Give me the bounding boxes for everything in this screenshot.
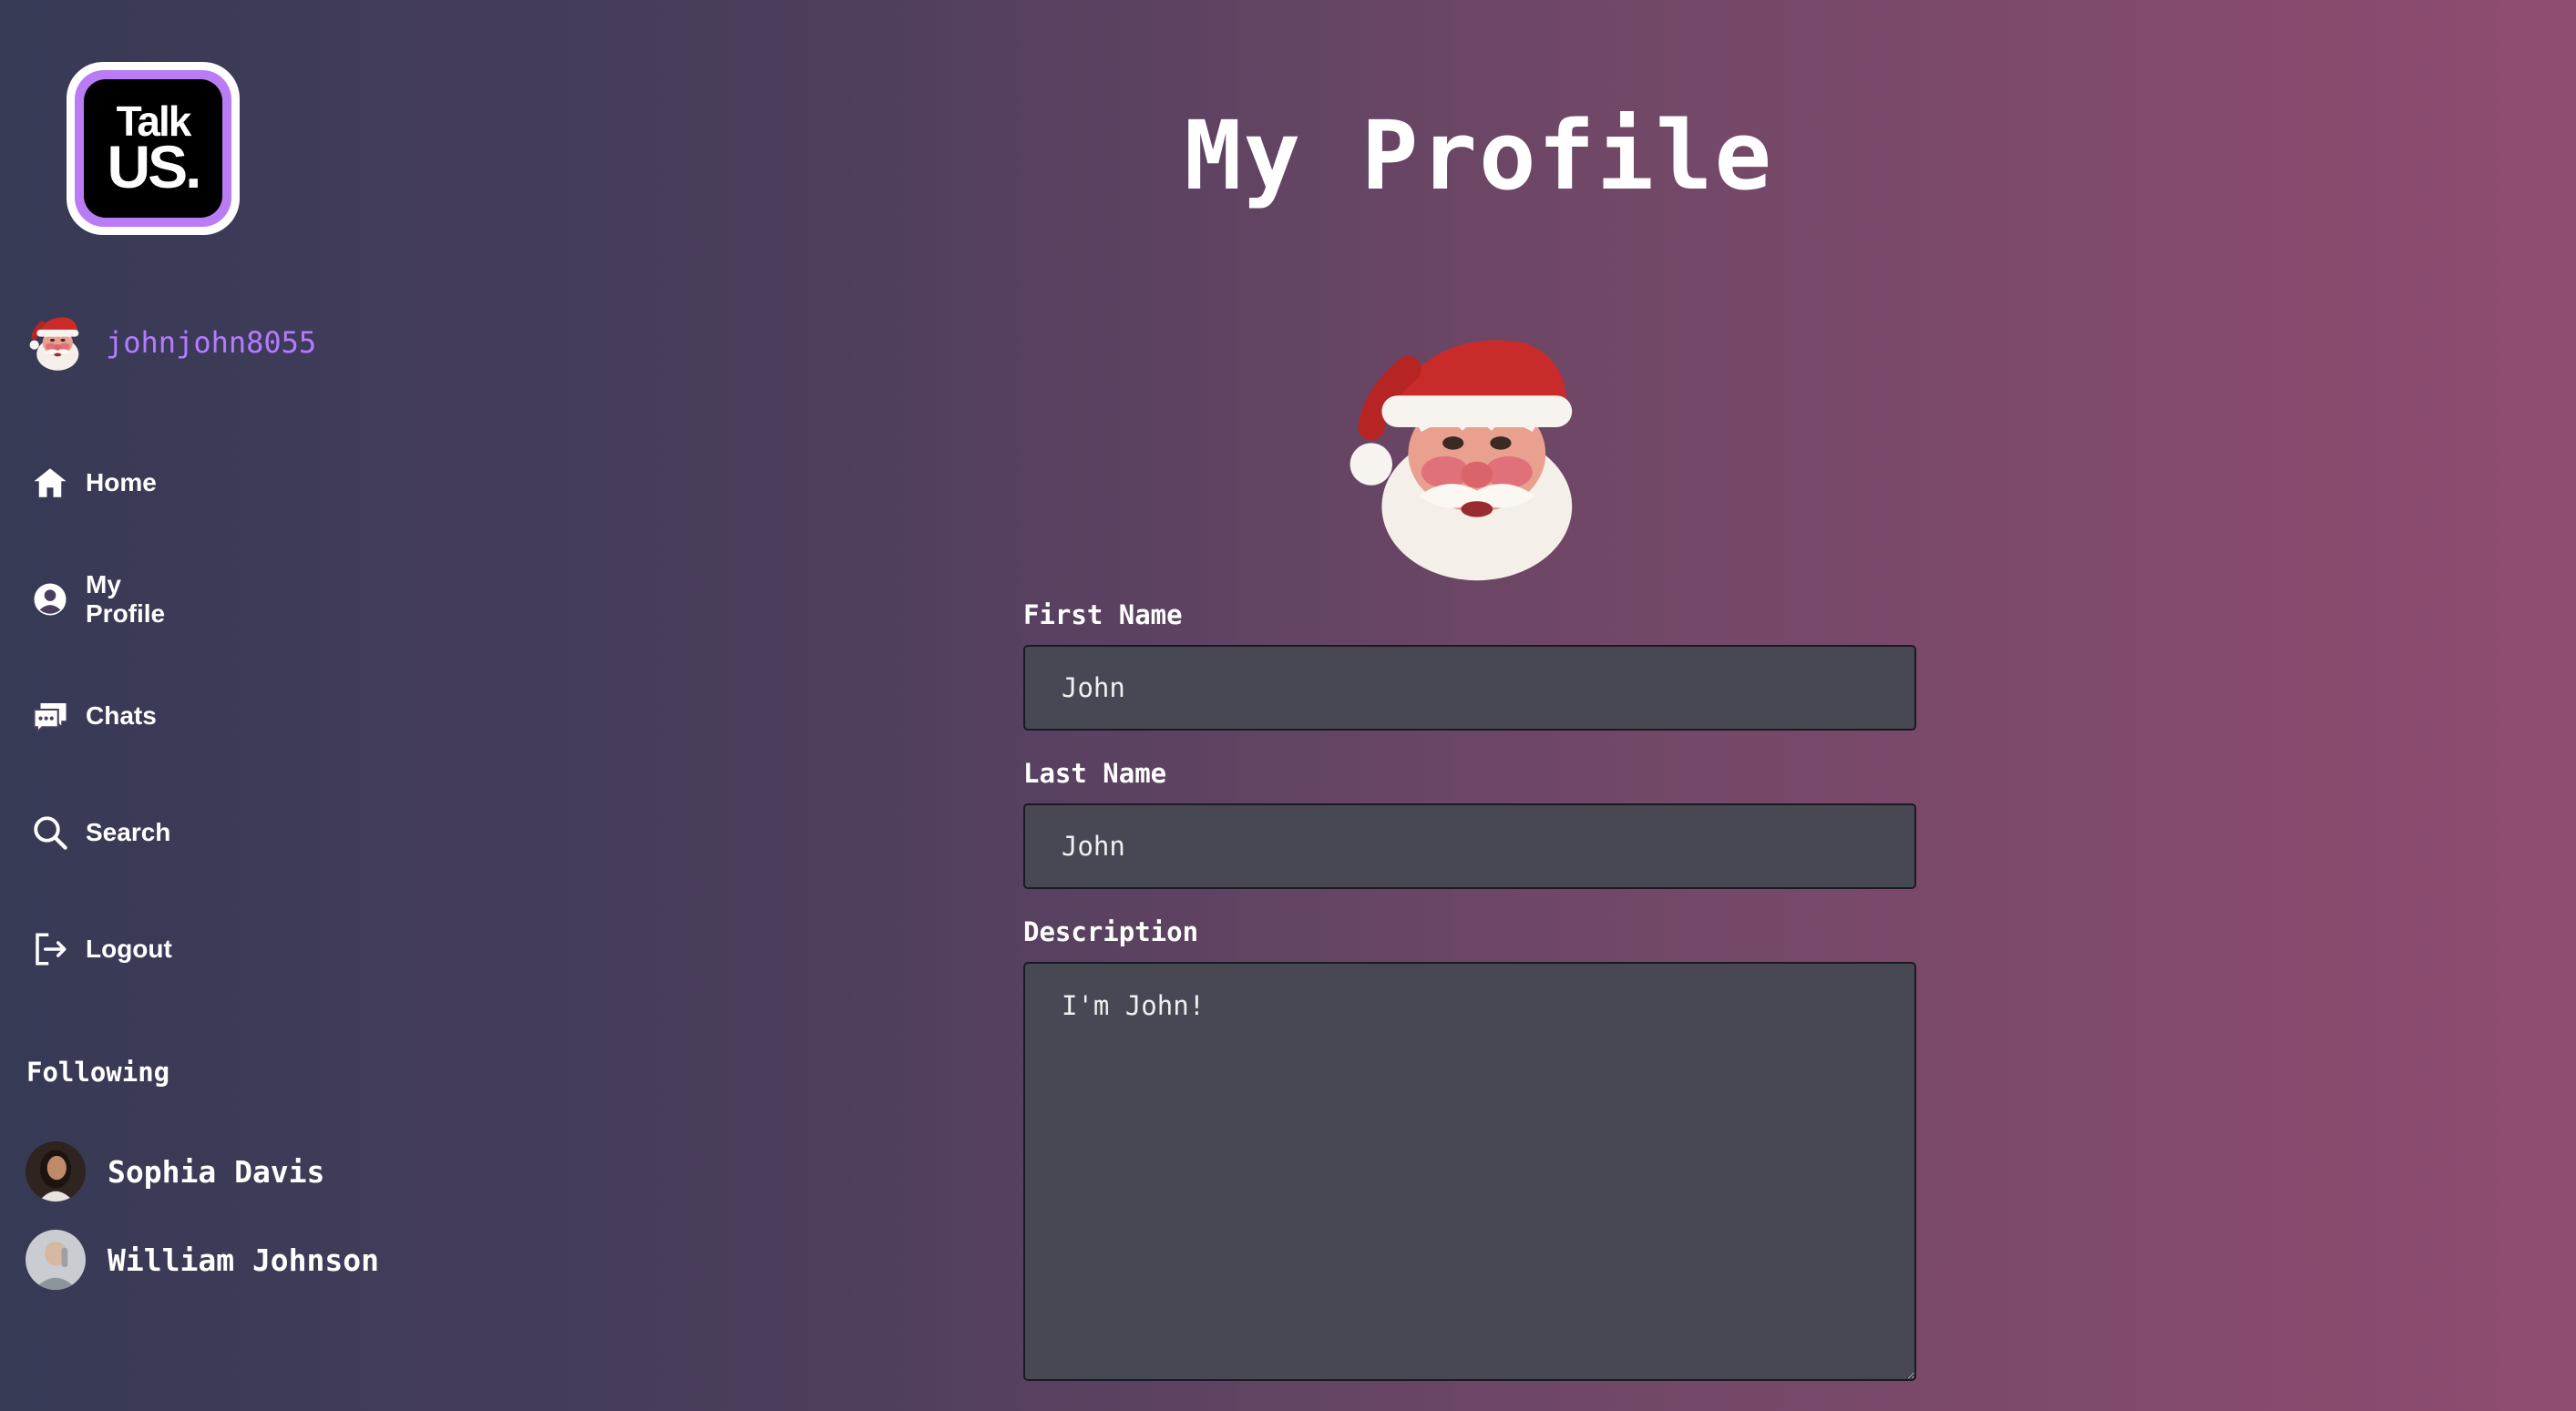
nav-my-profile-label: My Profile [86,570,166,628]
user-circle-icon [34,583,67,616]
first-name-label: First Name [1023,599,1183,630]
avatar [26,1230,86,1290]
following-name: William Johnson [108,1242,380,1278]
following-item-william-johnson[interactable]: William Johnson [26,1230,379,1290]
description-label: Description [1023,916,1199,947]
nav-chats-label: Chats [86,701,157,730]
logo-mark: Talk US. [84,79,222,218]
following-item-sophia-davis[interactable]: Sophia Davis [26,1141,324,1201]
profile-avatar[interactable] [1339,312,1604,595]
description-textarea[interactable]: I'm John! [1023,962,1916,1381]
avatar [26,1141,86,1201]
nav-search-label: Search [86,818,171,846]
last-name-label: Last Name [1023,758,1167,789]
nav-home-label: Home [86,468,157,496]
home-icon [34,468,67,497]
first-name-field[interactable] [1023,645,1916,731]
following-heading: Following [26,1057,170,1088]
username: johnjohn8055 [106,325,317,360]
chat-icon [33,703,67,735]
talkus-logo[interactable]: Talk US. [67,62,240,235]
logo-line2: US. [107,133,201,200]
logo-ring: Talk US. [75,70,231,227]
last-name-field[interactable] [1023,803,1916,889]
current-user[interactable]: johnjohn8055 [27,313,316,372]
nav-logout-label: Logout [86,935,172,963]
following-name: Sophia Davis [108,1153,325,1190]
search-icon [34,816,67,850]
nav-logout[interactable]: Logout [31,926,172,972]
nav-chats[interactable]: Chats [31,693,157,739]
user-avatar [27,313,86,372]
nav-home[interactable]: Home [31,460,157,506]
nav-search[interactable]: Search [31,810,170,855]
nav-my-profile[interactable]: My Profile [31,570,165,628]
page-title: My Profile [1184,100,1774,211]
logout-icon [36,933,67,966]
